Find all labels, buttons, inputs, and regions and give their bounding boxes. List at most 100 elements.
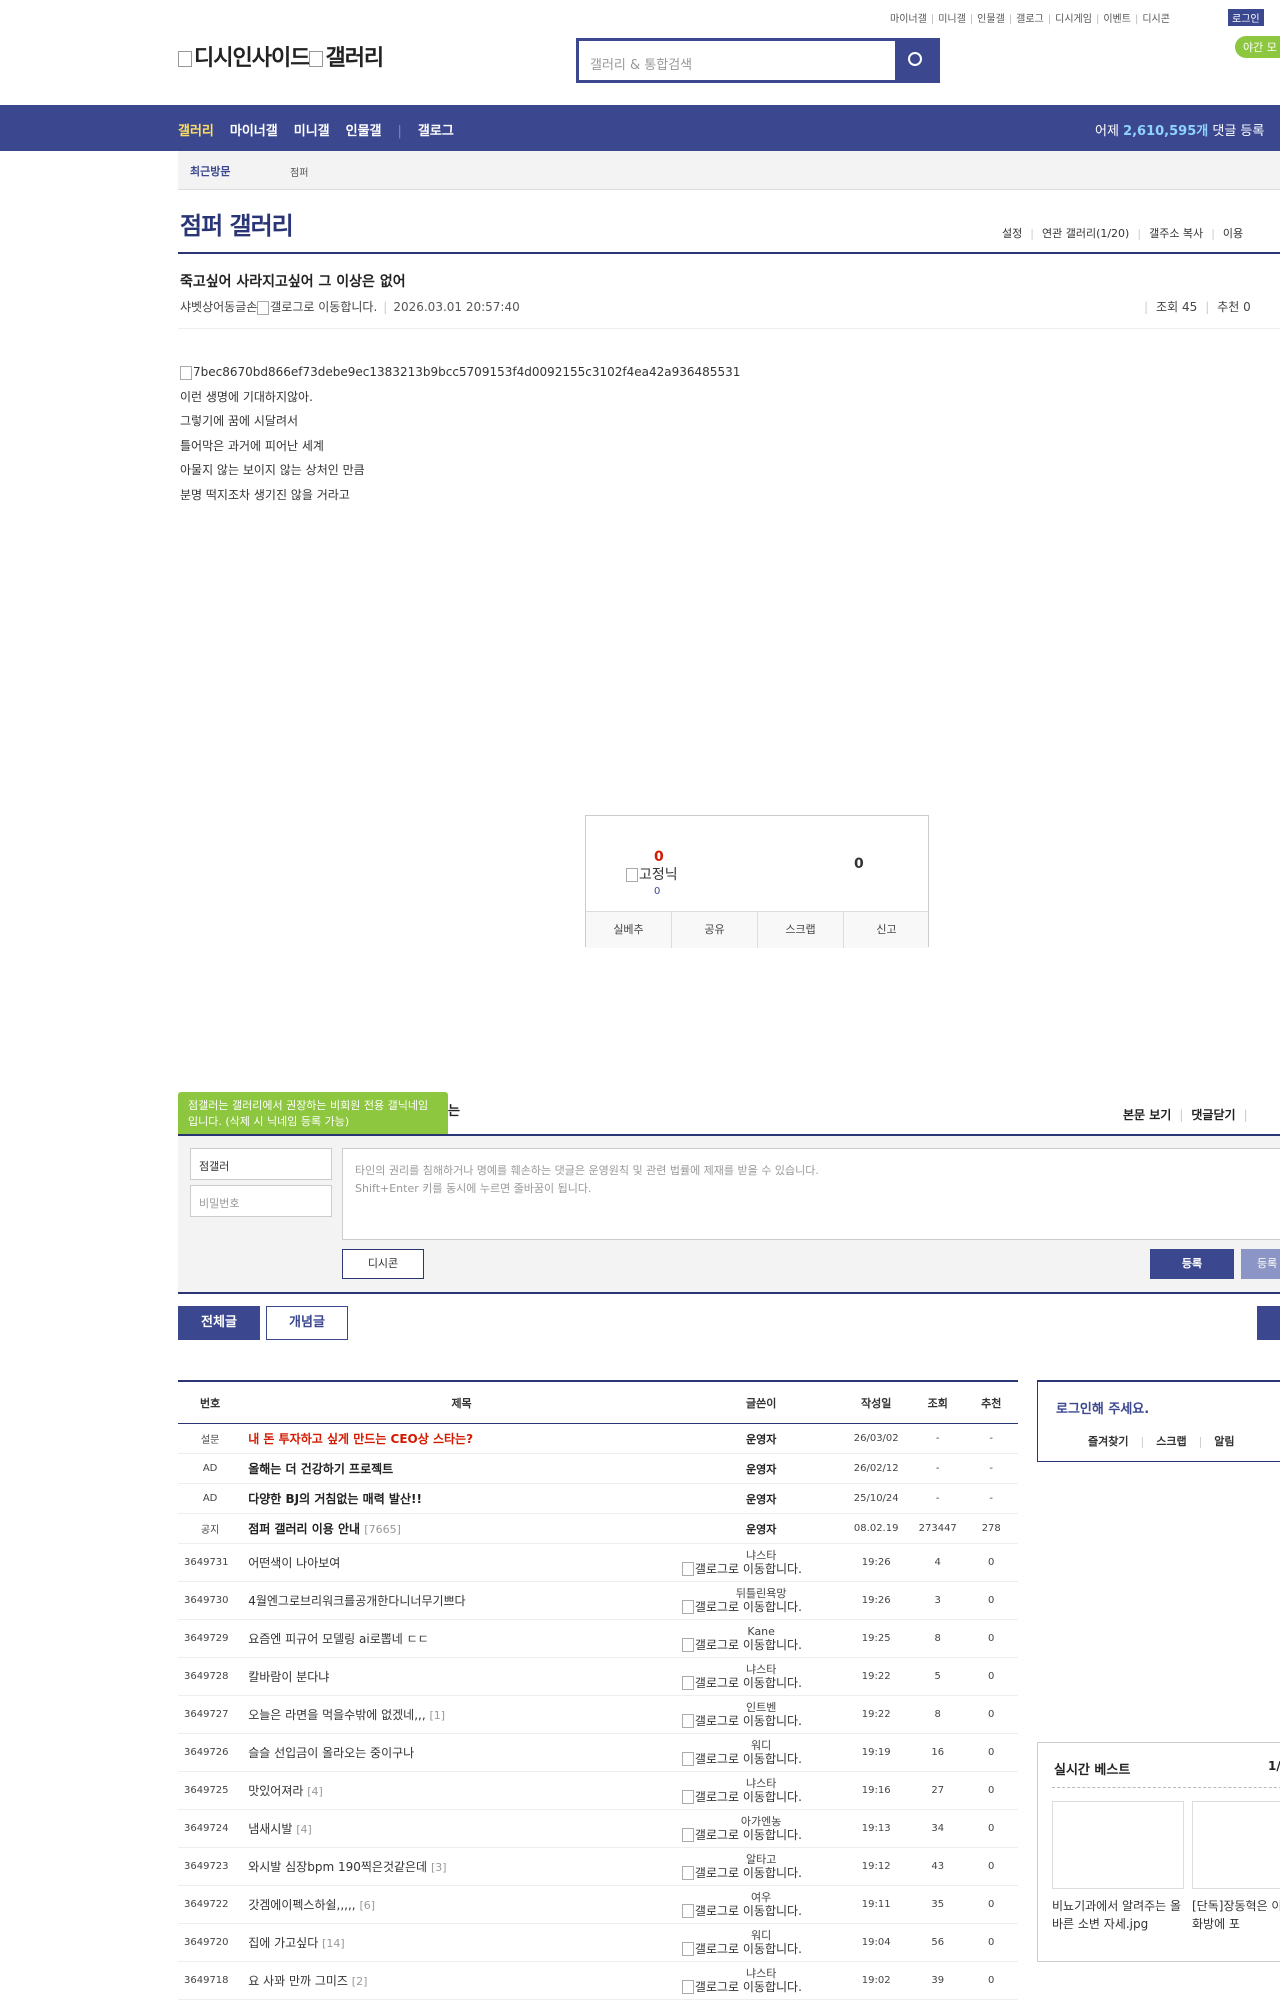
tab-best-posts[interactable]: 개념글 — [266, 1306, 348, 1340]
best-thumbnail[interactable] — [1052, 1801, 1184, 1889]
row-writer-gallog[interactable]: 갤로그로 이동합니다. — [681, 1714, 841, 1729]
row-comment-count[interactable]: [2] — [352, 1975, 368, 1988]
row-comment-count[interactable]: [3] — [431, 1861, 447, 1874]
table-row[interactable]: 3649723 와시발 심장bpm 190찍은것같은데 [3] 알타고 갤로그로 이동… — [178, 1847, 1018, 1886]
util-link-dcgame[interactable]: 디시게임 — [1055, 14, 1092, 25]
scrap-button[interactable]: 스크랩 — [758, 912, 844, 948]
row-writer-gallog[interactable]: 갤로그로 이동합니다. — [681, 1562, 841, 1577]
view-body-button[interactable]: 본문 보기 — [1123, 1108, 1171, 1122]
row-writer-gallog[interactable]: 갤로그로 이동합니다. — [681, 1904, 841, 1919]
row-title[interactable]: 4월엔그로브리워크를공개한다니너무기쁘다 — [242, 1581, 681, 1620]
nav-item-mini[interactable]: 미니갤 — [294, 124, 330, 139]
close-comments-button[interactable]: 댓글닫기 — [1191, 1108, 1235, 1122]
row-title-text[interactable]: 점퍼 갤러리 이용 안내 — [248, 1522, 360, 1536]
table-row[interactable]: 3649718 요 사꽈 만까 그미즈 [2] 냐스타 갤로그로 이동합니다. 19:0… — [178, 1961, 1018, 2000]
row-writer-name[interactable]: 여우 — [682, 1891, 841, 1904]
util-link-gallog[interactable]: 갤로그 — [1016, 14, 1044, 25]
nav-item-gallery[interactable]: 갤러리 — [178, 124, 214, 139]
row-title[interactable]: 냄새시발 [4] — [242, 1809, 681, 1848]
row-title-text[interactable]: 갓겜에이펙스하쉴,,,,, — [248, 1898, 355, 1912]
gallery-menu-usage[interactable]: 이용 — [1223, 227, 1243, 240]
login-prompt[interactable]: 로그인해 주세요. — [1056, 1398, 1149, 1417]
row-writer-name[interactable]: 워디 — [682, 1929, 841, 1942]
row-title-text[interactable]: 슬슬 선입금이 올라오는 중이구나 — [248, 1746, 414, 1760]
row-comment-count[interactable]: [14] — [322, 1937, 345, 1950]
table-row-notice[interactable]: 설문 내 돈 투자하고 싶게 만드는 CEO상 스타는? 운영자 26/03/02- - — [178, 1423, 1018, 1454]
site-logo[interactable]: 디시인사이드 갤러리 — [178, 40, 384, 72]
row-writer[interactable]: 운영자 — [680, 1453, 842, 1484]
gallery-menu-settings[interactable]: 설정 — [1002, 227, 1022, 240]
row-comment-count[interactable]: [1] — [429, 1709, 445, 1722]
table-row-notice[interactable]: AD 다양한 BJ의 거침없는 매력 발산!! 운영자 25/10/24- - — [178, 1483, 1018, 1514]
report-button[interactable]: 신고 — [844, 912, 929, 948]
util-link-event[interactable]: 이벤트 — [1103, 14, 1131, 25]
gallog-icon[interactable] — [257, 300, 270, 315]
best-caption[interactable]: [단독]장동혁은 이 단체대화방에 포 — [1192, 1897, 1280, 1933]
dccon-button[interactable]: 디시콘 — [342, 1249, 424, 1279]
row-writer-name[interactable]: 냐스타 — [682, 1777, 841, 1790]
write-button[interactable] — [1257, 1306, 1280, 1340]
row-writer-gallog[interactable]: 갤로그로 이동합니다. — [681, 1638, 841, 1653]
table-row-notice[interactable]: 공지 점퍼 갤러리 이용 안내 [7665] 운영자 08.02.19 273447 27… — [178, 1513, 1018, 1544]
recent-visit-gallery[interactable]: 점퍼 — [290, 164, 308, 179]
row-writer-name[interactable]: 워디 — [682, 1739, 841, 1752]
row-title[interactable]: 올해는 더 건강하기 프로젝트 — [242, 1453, 681, 1484]
row-title[interactable]: 와시발 심장bpm 190찍은것같은데 [3] — [242, 1847, 681, 1886]
nav-item-person[interactable]: 인물갤 — [346, 124, 382, 139]
row-comment-count[interactable]: [4] — [296, 1823, 312, 1836]
best-caption[interactable]: 비뇨기과에서 알려주는 올바른 소변 자세.jpg — [1052, 1897, 1184, 1933]
row-title-text[interactable]: 와시발 심장bpm 190찍은것같은데 — [248, 1860, 427, 1874]
util-link-mini[interactable]: 미니갤 — [938, 14, 966, 25]
util-link-dccon[interactable]: 디시콘 — [1142, 14, 1170, 25]
alarm-link[interactable]: 알림 — [1214, 1435, 1234, 1448]
row-title[interactable]: 점퍼 갤러리 이용 안내 [7665] — [242, 1513, 681, 1544]
favorites-link[interactable]: 즐겨찾기 — [1088, 1435, 1128, 1448]
table-row[interactable]: 3649726 슬슬 선입금이 올라오는 중이구나 워디 갤로그로 이동합니다. 19:… — [178, 1733, 1018, 1772]
row-title-text[interactable]: 오늘은 라면을 먹을수밖에 없겠네,,, — [248, 1708, 425, 1722]
row-title[interactable]: 어떤색이 나아보여 — [242, 1543, 681, 1582]
row-writer[interactable]: 여우 갤로그로 이동합니다. — [680, 1885, 842, 1924]
nav-item-gallog[interactable]: 갤로그 — [418, 124, 454, 139]
row-writer-name[interactable]: 냐스타 — [682, 1549, 841, 1562]
table-row-notice[interactable]: AD 올해는 더 건강하기 프로젝트 운영자 26/02/12- - — [178, 1453, 1018, 1484]
register-button[interactable]: 등록 — [1150, 1249, 1234, 1279]
row-title[interactable]: 집에 가고싶다 [14] — [242, 1923, 681, 1962]
row-title[interactable]: 슬슬 선입금이 올라오는 중이구나 — [242, 1733, 681, 1772]
row-writer-name[interactable]: 알타고 — [682, 1853, 841, 1866]
row-title[interactable]: 맛있어져라 [4] — [242, 1771, 681, 1810]
best-thumbnail[interactable] — [1192, 1801, 1280, 1889]
row-writer-name[interactable]: 냐스타 — [682, 1967, 841, 1980]
util-link-minor[interactable]: 마이너갤 — [890, 14, 927, 25]
row-writer-gallog[interactable]: 갤로그로 이동합니다. — [681, 1600, 841, 1615]
row-title[interactable]: 오늘은 라면을 먹을수밖에 없겠네,,, [1] — [242, 1695, 681, 1734]
password-field[interactable]: 비밀번호 — [190, 1185, 332, 1217]
row-writer-gallog[interactable]: 갤로그로 이동합니다. — [681, 1790, 841, 1805]
row-writer-name[interactable]: Kane — [682, 1625, 841, 1638]
gallery-menu-copy-url[interactable]: 갤주소 복사 — [1149, 227, 1203, 240]
row-writer-name[interactable]: 인트벤 — [682, 1701, 841, 1714]
row-writer[interactable]: 운영자 — [680, 1423, 842, 1454]
row-title-text[interactable]: 올해는 더 건강하기 프로젝트 — [248, 1462, 393, 1476]
table-row[interactable]: 3649729 요즘엔 피규어 모델링 ai로뽑네 ㄷㄷ Kane 갤로그로 이동합니… — [178, 1619, 1018, 1658]
row-title-text[interactable]: 다양한 BJ의 거침없는 매력 발산!! — [248, 1492, 422, 1506]
share-button[interactable]: 공유 — [672, 912, 758, 948]
row-title[interactable]: 요즘엔 피규어 모델링 ai로뽑네 ㄷㄷ — [242, 1619, 681, 1658]
table-row[interactable]: 3649728 칼바람이 분다냐 냐스타 갤로그로 이동합니다. 19:22 5 0 — [178, 1657, 1018, 1696]
row-writer-name[interactable]: 냐스타 — [682, 1663, 841, 1676]
row-writer-gallog[interactable]: 갤로그로 이동합니다. — [681, 1676, 841, 1691]
night-mode-button[interactable]: 야간 모 — [1235, 36, 1280, 58]
row-writer[interactable]: 알타고 갤로그로 이동합니다. — [680, 1847, 842, 1886]
row-writer-gallog[interactable]: 갤로그로 이동합니다. — [681, 1942, 841, 1957]
gallery-title[interactable]: 점퍼 갤러리 — [180, 206, 294, 241]
row-title-text[interactable]: 칼바람이 분다냐 — [248, 1670, 329, 1684]
row-writer-name[interactable]: 뒤틀린욕망 — [682, 1587, 841, 1600]
recommend-down-count[interactable]: 0 — [854, 856, 864, 872]
row-writer[interactable]: 워디 갤로그로 이동합니다. — [680, 1733, 842, 1772]
row-writer[interactable]: 운영자 — [680, 1513, 842, 1544]
row-title[interactable]: 다양한 BJ의 거침없는 매력 발산!! — [242, 1483, 681, 1514]
row-title-text[interactable]: 냄새시발 — [248, 1822, 292, 1836]
row-writer-gallog[interactable]: 갤로그로 이동합니다. — [681, 1752, 841, 1767]
best-recommend-button[interactable]: 실베추 — [586, 912, 672, 948]
comment-textarea[interactable]: 타인의 권리를 침해하거나 명예를 훼손하는 댓글은 운영원칙 및 관련 법률에… — [342, 1148, 1280, 1240]
row-writer[interactable]: Kane 갤로그로 이동합니다. — [680, 1619, 842, 1658]
